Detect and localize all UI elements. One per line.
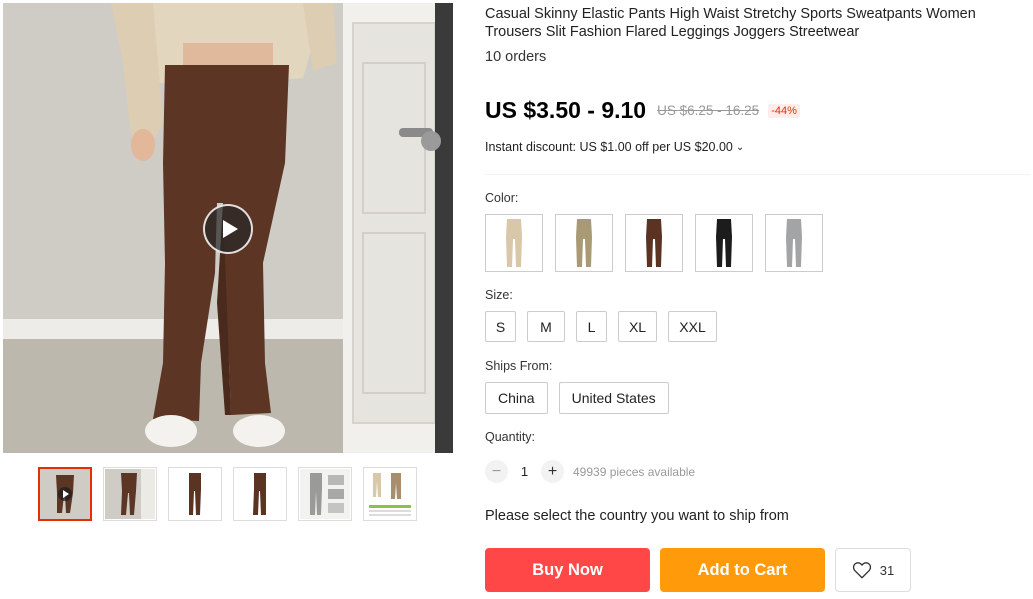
- brown-pants-photo-thumb[interactable]: [103, 467, 157, 521]
- price-row: US $3.50 - 9.10 US $6.25 - 16.25 -44%: [485, 97, 800, 124]
- instant-discount-text: Instant discount: US $1.00 off per US $2…: [485, 140, 733, 154]
- orders-count: 10 orders: [485, 49, 547, 65]
- color-option-gray[interactable]: [765, 214, 823, 272]
- color-option-khaki[interactable]: [555, 214, 613, 272]
- buy-now-button[interactable]: Buy Now: [485, 548, 650, 592]
- thumbnail-image: [105, 469, 155, 519]
- add-to-cart-button[interactable]: Add to Cart: [660, 548, 825, 592]
- gray-pants-collage-thumb[interactable]: [298, 467, 352, 521]
- size-options: S M L XL XXL: [485, 311, 717, 342]
- discount-badge: -44%: [768, 103, 800, 118]
- ships-from-label: Ships From:: [485, 359, 553, 373]
- pieces-available: 49939 pieces available: [573, 464, 696, 479]
- product-title: Casual Skinny Elastic Pants High Waist S…: [485, 6, 976, 40]
- ship-country-notice: Please select the country you want to sh…: [485, 508, 789, 524]
- color-option-black[interactable]: [695, 214, 753, 272]
- black-pants-image: [716, 219, 732, 267]
- original-price: US $6.25 - 16.25: [657, 103, 760, 118]
- size-label: Size:: [485, 288, 513, 302]
- instant-discount[interactable]: Instant discount: US $1.00 off per US $2…: [485, 140, 744, 154]
- wishlist-button[interactable]: 31: [835, 548, 911, 592]
- quantity-label: Quantity:: [485, 430, 536, 444]
- size-option-l[interactable]: L: [576, 311, 607, 342]
- color-options: [485, 214, 823, 272]
- khaki-pants-image: [576, 219, 592, 267]
- size-option-xxl[interactable]: XXL: [668, 311, 717, 342]
- purchase-actions: Buy Now Add to Cart 31: [485, 548, 911, 592]
- ships-from-china[interactable]: China: [485, 382, 548, 414]
- color-label: Color:: [485, 191, 519, 205]
- size-option-m[interactable]: M: [527, 311, 565, 342]
- chevron-down-icon: ⌄: [735, 142, 745, 153]
- brown-pants-flat-thumb[interactable]: [168, 467, 222, 521]
- wishlist-count: 31: [879, 562, 895, 578]
- thumbnail-image: [170, 469, 220, 519]
- size-chart-thumb[interactable]: [363, 467, 417, 521]
- thumbnail-image: [235, 469, 285, 519]
- thumbnail-strip: [38, 467, 417, 521]
- quantity-stepper: − 1 + 49939 pieces available: [485, 460, 695, 483]
- ships-from-united-states[interactable]: United States: [558, 382, 669, 414]
- gray-pants-image: [786, 219, 802, 267]
- brown-pants-flat-thumb-2[interactable]: [233, 467, 287, 521]
- play-video-button[interactable]: [203, 204, 253, 254]
- size-option-s[interactable]: S: [485, 311, 516, 342]
- quantity-decrease-button[interactable]: −: [485, 460, 508, 483]
- heart-icon: [852, 562, 871, 579]
- current-price: US $3.50 - 9.10: [485, 97, 647, 123]
- beige-pants-image: [506, 219, 522, 267]
- quantity-input[interactable]: 1: [508, 464, 541, 479]
- quantity-increase-button[interactable]: +: [541, 460, 564, 483]
- brown-pants-video-thumb[interactable]: [38, 467, 92, 521]
- main-product-image[interactable]: [3, 3, 453, 453]
- play-icon: [58, 487, 72, 501]
- size-option-xl[interactable]: XL: [618, 311, 657, 342]
- ships-from-options: China United States: [485, 382, 669, 414]
- color-option-brown[interactable]: [625, 214, 683, 272]
- divider: [485, 174, 1030, 175]
- thumbnail-image: [300, 469, 350, 519]
- thumbnail-image: [365, 469, 415, 519]
- color-option-beige[interactable]: [485, 214, 543, 272]
- brown-pants-image: [646, 219, 662, 267]
